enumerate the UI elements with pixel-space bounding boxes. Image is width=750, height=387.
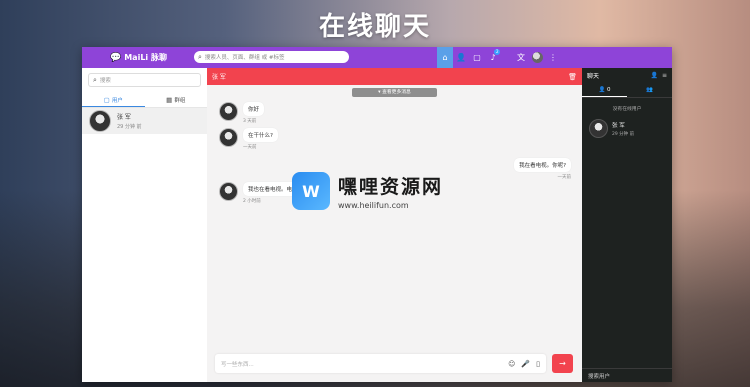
send-button[interactable]: → bbox=[552, 354, 573, 373]
online-panel-header: 聊天 👤 ≡ bbox=[582, 68, 672, 83]
more-menu-button[interactable]: ⋮ bbox=[545, 47, 561, 68]
load-more-label: 查看更多消息 bbox=[382, 90, 411, 95]
load-more-button[interactable]: ▾ 查看更多消息 bbox=[352, 88, 437, 97]
contact-last-seen: 29 分钟 前 bbox=[612, 131, 635, 137]
search-icon: ⌕ bbox=[198, 52, 202, 61]
conversation-header: 张 军 🗑 bbox=[207, 68, 582, 85]
users-icon: 👥 bbox=[646, 87, 653, 93]
contact-search-input[interactable]: ⌕ 搜索 bbox=[88, 73, 201, 87]
watermark-url: www.heilifun.com bbox=[338, 201, 409, 210]
conversation-title: 张 军 bbox=[212, 74, 226, 81]
page-headline: 在线聊天 bbox=[318, 12, 431, 42]
global-search[interactable]: ⌕ 搜索人员、页面、群组 或 #标签 bbox=[194, 51, 349, 63]
message-row-own: 我在看电视。你呢? 一天前 bbox=[514, 158, 571, 180]
message-time: 3 天前 bbox=[243, 119, 257, 124]
top-icons: ⌂ 👤 ▢ ♪ 2 文 ⋮ bbox=[437, 47, 561, 68]
chat-icon: ▢ bbox=[103, 95, 110, 104]
message-input[interactable]: 写一些东西... ☺ 🎤 ▯ bbox=[215, 354, 546, 373]
user-icon: 👤 bbox=[598, 86, 606, 93]
message-row: 你好 3 天前 bbox=[219, 102, 265, 124]
message-input-placeholder: 写一些东西... bbox=[221, 361, 254, 368]
conversation-panel: 张 军 🗑 ▾ 查看更多消息 你好 3 天前 在干什么? 一天前 我在看电视。你… bbox=[207, 68, 582, 382]
avatar bbox=[219, 182, 238, 201]
online-contact-item[interactable]: 张 军 29 分钟 前 bbox=[589, 119, 672, 138]
chat-bubbles-icon: 💬 bbox=[110, 52, 122, 63]
messages-button[interactable]: ▢ bbox=[469, 47, 485, 68]
avatar bbox=[219, 128, 238, 147]
contacts-panel: ⌕ 搜索 ▢ 用户 ▦ 群组 张 军 29 分钟 前 bbox=[82, 68, 208, 382]
tab-users[interactable]: ▢ 用户 bbox=[82, 93, 145, 107]
message-row: 我也在看电视。电 2 小时前 bbox=[219, 182, 298, 204]
message-bubble: 我也在看电视。电 bbox=[243, 182, 298, 196]
watermark-name: 嘿哩资源网 bbox=[338, 176, 444, 198]
avatar bbox=[589, 119, 608, 138]
search-users-label: 搜索用户 bbox=[588, 373, 611, 380]
avatar bbox=[89, 110, 111, 132]
online-tabs: 👤 0 👥 bbox=[582, 83, 672, 98]
tab-online-groups[interactable]: 👥 bbox=[627, 83, 672, 97]
tab-groups-label: 群组 bbox=[174, 98, 186, 104]
top-bar: 💬 MaiLi 脉聊 ⌕ 搜索人员、页面、群组 或 #标签 ⌂ 👤 ▢ ♪ 2 … bbox=[82, 47, 672, 68]
brand-logo[interactable]: 💬 MaiLi 脉聊 bbox=[110, 52, 167, 63]
watermark-logo-icon: W bbox=[292, 172, 330, 210]
contact-last-seen: 29 分钟 前 bbox=[117, 124, 142, 130]
message-time: 一天前 bbox=[243, 145, 257, 150]
tab-users-label: 用户 bbox=[111, 97, 123, 104]
search-users-input[interactable]: 搜索用户 bbox=[582, 368, 672, 382]
microphone-icon[interactable]: 🎤 bbox=[521, 360, 530, 368]
contact-name: 张 军 bbox=[612, 122, 625, 129]
message-time: 2 小时前 bbox=[243, 199, 261, 204]
online-count: 0 bbox=[607, 86, 611, 93]
message-bubble: 在干什么? bbox=[243, 128, 278, 142]
notifications-button[interactable]: ♪ 2 bbox=[485, 47, 501, 68]
trash-icon: 🗑 bbox=[568, 72, 577, 81]
user-avatar-button[interactable] bbox=[529, 47, 545, 68]
home-button[interactable]: ⌂ bbox=[437, 47, 453, 68]
delete-conversation-button[interactable]: 🗑 bbox=[568, 73, 577, 81]
message-row: 在干什么? 一天前 bbox=[219, 128, 278, 150]
contact-search-placeholder: 搜索 bbox=[99, 78, 111, 84]
tab-groups[interactable]: ▦ 群组 bbox=[145, 93, 208, 107]
contact-item[interactable]: 张 军 29 分钟 前 bbox=[82, 108, 207, 134]
global-search-placeholder: 搜索人员、页面、群组 或 #标签 bbox=[204, 55, 285, 61]
search-icon: ⌕ bbox=[93, 75, 97, 84]
online-panel-title: 聊天 bbox=[587, 73, 600, 80]
emoji-icon[interactable]: ☺ bbox=[508, 360, 515, 368]
settings-sliders-icon[interactable]: ≡ bbox=[662, 72, 667, 79]
avatar bbox=[219, 102, 238, 121]
avatar bbox=[531, 52, 543, 63]
add-user-icon[interactable]: 👤 bbox=[650, 72, 657, 79]
no-online-users-note: 没有在线用户 bbox=[612, 107, 642, 112]
notification-badge: 2 bbox=[494, 49, 500, 55]
message-icon: ▢ bbox=[473, 53, 481, 62]
language-button[interactable]: 文 bbox=[513, 47, 529, 68]
tab-online-users[interactable]: 👤 0 bbox=[582, 83, 627, 97]
add-friend-button[interactable]: 👤 bbox=[453, 47, 469, 68]
contact-name: 张 军 bbox=[117, 114, 131, 121]
brand-name: MaiLi 脉聊 bbox=[124, 53, 167, 62]
message-bubble: 你好 bbox=[243, 102, 265, 116]
online-panel: 聊天 👤 ≡ 👤 0 👥 没有在线用户 张 军 29 分钟 前 搜索用户 bbox=[582, 68, 672, 382]
grid-icon: ▦ bbox=[166, 96, 173, 104]
message-bubble: 我在看电视。你呢? bbox=[514, 158, 571, 172]
watermark: W 嘿哩资源网 www.heilifun.com bbox=[292, 172, 443, 210]
contact-tabs: ▢ 用户 ▦ 群组 bbox=[82, 93, 207, 108]
attach-file-icon[interactable]: ▯ bbox=[536, 360, 540, 368]
chat-app-window: 💬 MaiLi 脉聊 ⌕ 搜索人员、页面、群组 或 #标签 ⌂ 👤 ▢ ♪ 2 … bbox=[82, 47, 672, 382]
home-icon: ⌂ bbox=[442, 53, 448, 62]
more-vertical-icon: ⋮ bbox=[549, 53, 557, 62]
add-user-icon: 👤 bbox=[456, 53, 466, 62]
message-time: 一天前 bbox=[557, 175, 572, 180]
language-label: 文 bbox=[517, 53, 525, 62]
arrow-right-icon: → bbox=[559, 359, 566, 368]
